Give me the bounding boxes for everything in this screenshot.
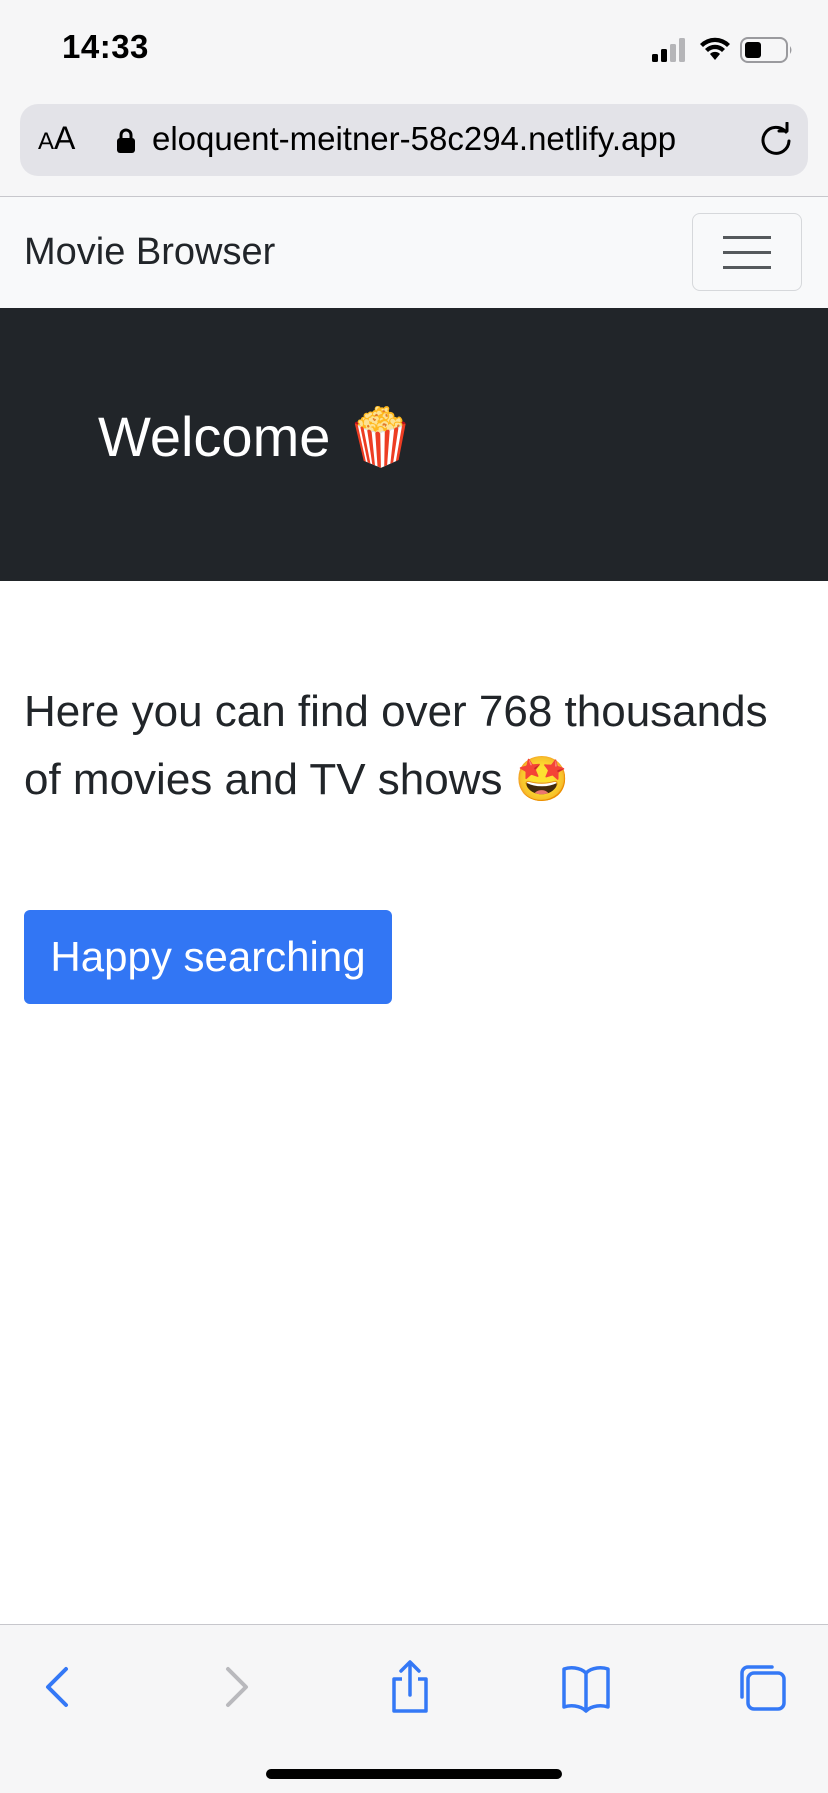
navbar-brand[interactable]: Movie Browser	[24, 231, 275, 274]
status-bar: 14:33	[0, 0, 828, 96]
navbar: Movie Browser	[0, 197, 828, 308]
hamburger-icon-bar	[723, 251, 771, 254]
hero-banner: Welcome 🍿	[0, 308, 828, 581]
share-icon[interactable]	[380, 1659, 440, 1715]
hamburger-icon-bar	[723, 236, 771, 239]
back-icon[interactable]	[28, 1659, 88, 1715]
battery-icon	[740, 36, 794, 64]
browser-address-area: AA eloquent-meitner-58c294.netlify.app	[0, 96, 828, 197]
intro-text: Here you can find over 768 thousands of …	[24, 687, 768, 804]
bookmarks-icon[interactable]	[556, 1659, 616, 1715]
menu-toggle-button[interactable]	[692, 213, 802, 291]
tabs-icon[interactable]	[732, 1659, 792, 1715]
browser-toolbar	[0, 1624, 828, 1793]
text-size-button[interactable]: AA	[38, 120, 75, 160]
url-text[interactable]: eloquent-meitner-58c294.netlify.app	[152, 120, 676, 158]
cellular-signal-icon	[652, 38, 688, 62]
reader-small-a: A	[38, 128, 55, 155]
hamburger-icon-bar	[723, 266, 771, 269]
wifi-icon	[698, 36, 732, 62]
reader-large-a: A	[54, 120, 76, 156]
happy-searching-button[interactable]: Happy searching	[24, 910, 392, 1004]
reload-icon[interactable]	[758, 121, 794, 158]
status-time: 14:33	[62, 28, 149, 65]
home-indicator	[266, 1769, 562, 1779]
lock-icon	[116, 128, 136, 154]
address-bar[interactable]: AA eloquent-meitner-58c294.netlify.app	[20, 104, 808, 176]
forward-icon[interactable]	[206, 1659, 266, 1715]
hero-title: Welcome 🍿	[98, 405, 416, 468]
